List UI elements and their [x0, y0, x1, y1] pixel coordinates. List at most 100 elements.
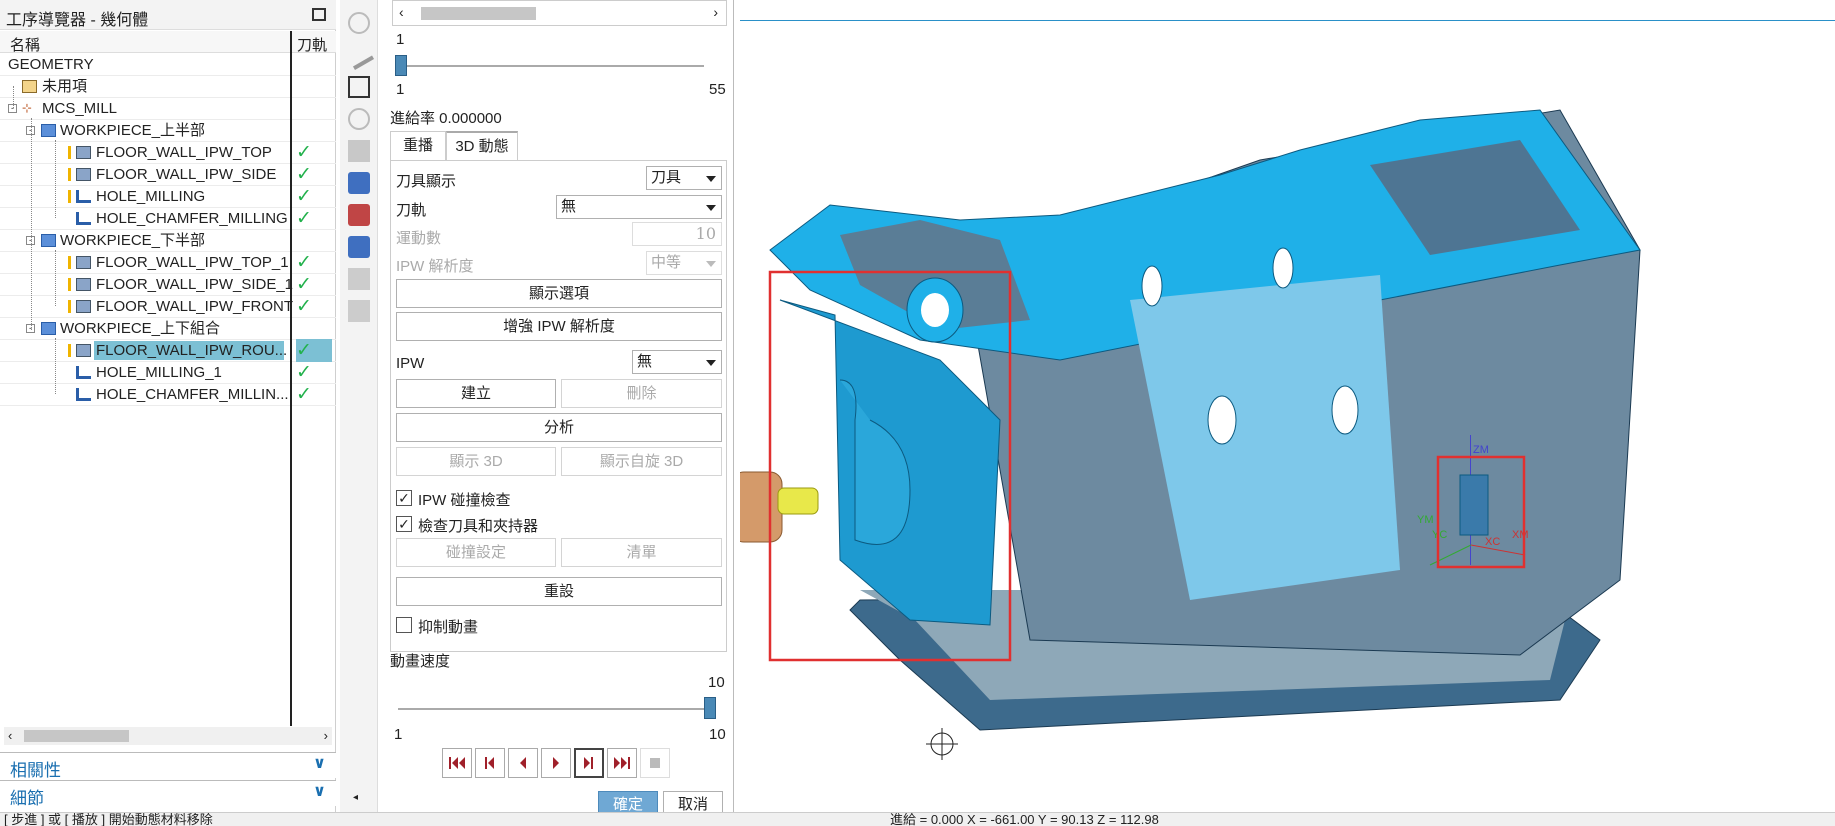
hole-chamfer-icon [76, 212, 91, 225]
tab-3d-dynamic[interactable]: 3D 動態 [446, 131, 518, 161]
ipw-resolution-dropdown[interactable]: 中等 [646, 251, 722, 275]
animation-speed-label: 動畫速度 [390, 653, 451, 670]
history-icon[interactable] [348, 300, 370, 322]
collapse-arrow-icon[interactable]: ◂ [353, 792, 358, 803]
stop-button[interactable] [640, 748, 670, 778]
tree-row-op[interactable]: HOLE_MILLING ✓ [0, 186, 336, 208]
list-button[interactable]: 清單 [561, 538, 722, 567]
warning-marker-icon [68, 256, 71, 269]
tree-row-geometry[interactable]: GEOMETRY [0, 54, 336, 76]
chevron-down-icon [706, 360, 716, 366]
tree-row-op-selected[interactable]: FLOOR_WALL_IPW_ROU... ✓ [0, 339, 336, 362]
play-icon[interactable] [348, 12, 370, 34]
play-reverse-button[interactable] [508, 748, 538, 778]
dropdown-value: 中等 [651, 254, 682, 271]
step-icon[interactable] [348, 108, 370, 130]
show-3d-button[interactable]: 顯示 3D [396, 447, 556, 476]
top-scrollbar[interactable]: ‹ › [392, 0, 727, 26]
collision-settings-button[interactable]: 碰撞設定 [396, 538, 556, 567]
tab-replay[interactable]: 重播 [390, 131, 446, 161]
tree-row-workpiece-combined[interactable]: - WORKPIECE_上下組合 [0, 318, 336, 340]
analyze-button[interactable]: 分析 [396, 413, 722, 442]
tree-row-op[interactable]: FLOOR_WALL_IPW_FRONT ✓ [0, 296, 336, 318]
cutting-tool [777, 487, 819, 515]
tree-row-mcs[interactable]: - ⊹ MCS_MILL [0, 98, 336, 120]
speed-max: 10 [709, 726, 726, 743]
folder-icon [22, 80, 37, 93]
ipw-dropdown[interactable]: 無 [632, 350, 722, 374]
toolpath-label: 刀軌 [396, 202, 427, 219]
tree-row-op[interactable]: FLOOR_WALL_IPW_TOP ✓ [0, 142, 336, 164]
workpiece-icon [41, 124, 56, 137]
speed-slider-track[interactable] [398, 708, 708, 710]
tree-row-op[interactable]: HOLE_CHAMFER_MILLING ✓ [0, 208, 336, 230]
horizontal-scrollbar[interactable]: ‹ › [4, 727, 332, 745]
tree-row-workpiece-bottom[interactable]: - WORKPIECE_下半部 [0, 230, 336, 252]
tool-display-dropdown[interactable]: 刀具 [646, 166, 722, 190]
brush-icon[interactable] [343, 39, 375, 71]
stop-icon [650, 758, 660, 768]
column-name[interactable]: 名稱 [10, 34, 40, 55]
tree-connector [55, 338, 56, 394]
check-tool-holder-checkbox[interactable]: ✓ [396, 516, 412, 532]
motion-slider-track[interactable] [399, 65, 704, 67]
chevron-down-icon: ∨ [313, 755, 326, 772]
tree-row-op[interactable]: FLOOR_WALL_IPW_TOP_1 ✓ [0, 252, 336, 274]
chevron-down-icon [706, 205, 716, 211]
scroll-right-icon[interactable]: › [713, 4, 718, 20]
section-dependencies[interactable]: 相關性 ∨ [0, 752, 336, 780]
chevron-down-icon [706, 261, 716, 267]
check-icon: ✓ [296, 208, 312, 229]
fast-forward-end-button[interactable] [607, 748, 637, 778]
ipw-collision-checkbox[interactable]: ✓ [396, 490, 412, 506]
scroll-thumb[interactable] [421, 7, 536, 20]
reset-button[interactable]: 重設 [396, 577, 722, 606]
floor-wall-icon [76, 168, 91, 181]
motion-slider-thumb[interactable] [395, 55, 407, 76]
scroll-thumb[interactable] [24, 730, 129, 742]
graphics-viewport[interactable]: ZM ZC YM YC XC XM [740, 0, 1835, 812]
geometry-icon[interactable] [348, 204, 370, 226]
toolpath-dropdown[interactable]: 無 [556, 195, 722, 219]
hole-milling-icon [76, 190, 91, 203]
machine-icon[interactable] [348, 140, 370, 162]
enhance-ipw-button[interactable]: 增強 IPW 解析度 [396, 312, 722, 341]
dropdown-value: 無 [561, 198, 577, 215]
maximize-icon[interactable] [312, 8, 326, 21]
tree-label: FLOOR_WALL_IPW_SIDE_1 [96, 276, 294, 293]
create-button[interactable]: 建立 [396, 379, 556, 408]
status-bar: [ 步進 ] 或 [ 播放 ] 開始動態材料移除 進給 = 0.000 X = … [0, 812, 1835, 826]
speed-slider-thumb[interactable] [704, 697, 716, 719]
scroll-right-icon[interactable]: › [324, 728, 328, 743]
tree-row-op[interactable]: FLOOR_WALL_IPW_SIDE_1 ✓ [0, 274, 336, 296]
floor-wall-icon [76, 256, 91, 269]
tool-icon[interactable] [348, 172, 370, 194]
warning-marker-icon [68, 278, 71, 291]
tree-row-op[interactable]: FLOOR_WALL_IPW_SIDE ✓ [0, 164, 336, 186]
step-back-button[interactable] [475, 748, 505, 778]
tree-row-unused[interactable]: 未用項 [0, 76, 336, 98]
suppress-animation-checkbox[interactable] [396, 617, 412, 633]
coordinate-frame-icon[interactable] [348, 76, 370, 98]
chevron-down-icon: ∨ [313, 783, 326, 800]
check-icon: ✓ [296, 186, 312, 207]
step-back-icon [485, 757, 494, 769]
display-options-button[interactable]: 顯示選項 [396, 279, 722, 308]
tree-row-op[interactable]: HOLE_MILLING_1 ✓ [0, 362, 336, 384]
delete-button[interactable]: 刪除 [561, 379, 722, 408]
section-details[interactable]: 細節 ∨ [0, 780, 336, 808]
show-rotate-3d-button[interactable]: 顯示自旋 3D [561, 447, 722, 476]
column-toolpath[interactable]: 刀軌 [297, 34, 327, 55]
tree-row-op[interactable]: HOLE_CHAMFER_MILLIN... ✓ [0, 384, 336, 406]
scroll-left-icon[interactable]: ‹ [8, 728, 12, 743]
play-button[interactable] [541, 748, 571, 778]
slider-min: 1 [396, 81, 405, 98]
scroll-left-icon[interactable]: ‹ [399, 4, 404, 20]
method-icon[interactable] [348, 236, 370, 258]
library-icon[interactable] [348, 268, 370, 290]
motion-count-field[interactable]: 10 [632, 222, 722, 246]
tree-row-workpiece-top[interactable]: - WORKPIECE_上半部 [0, 120, 336, 142]
step-forward-button[interactable] [574, 748, 604, 778]
column-separator[interactable] [290, 31, 292, 726]
rewind-to-start-button[interactable] [442, 748, 472, 778]
